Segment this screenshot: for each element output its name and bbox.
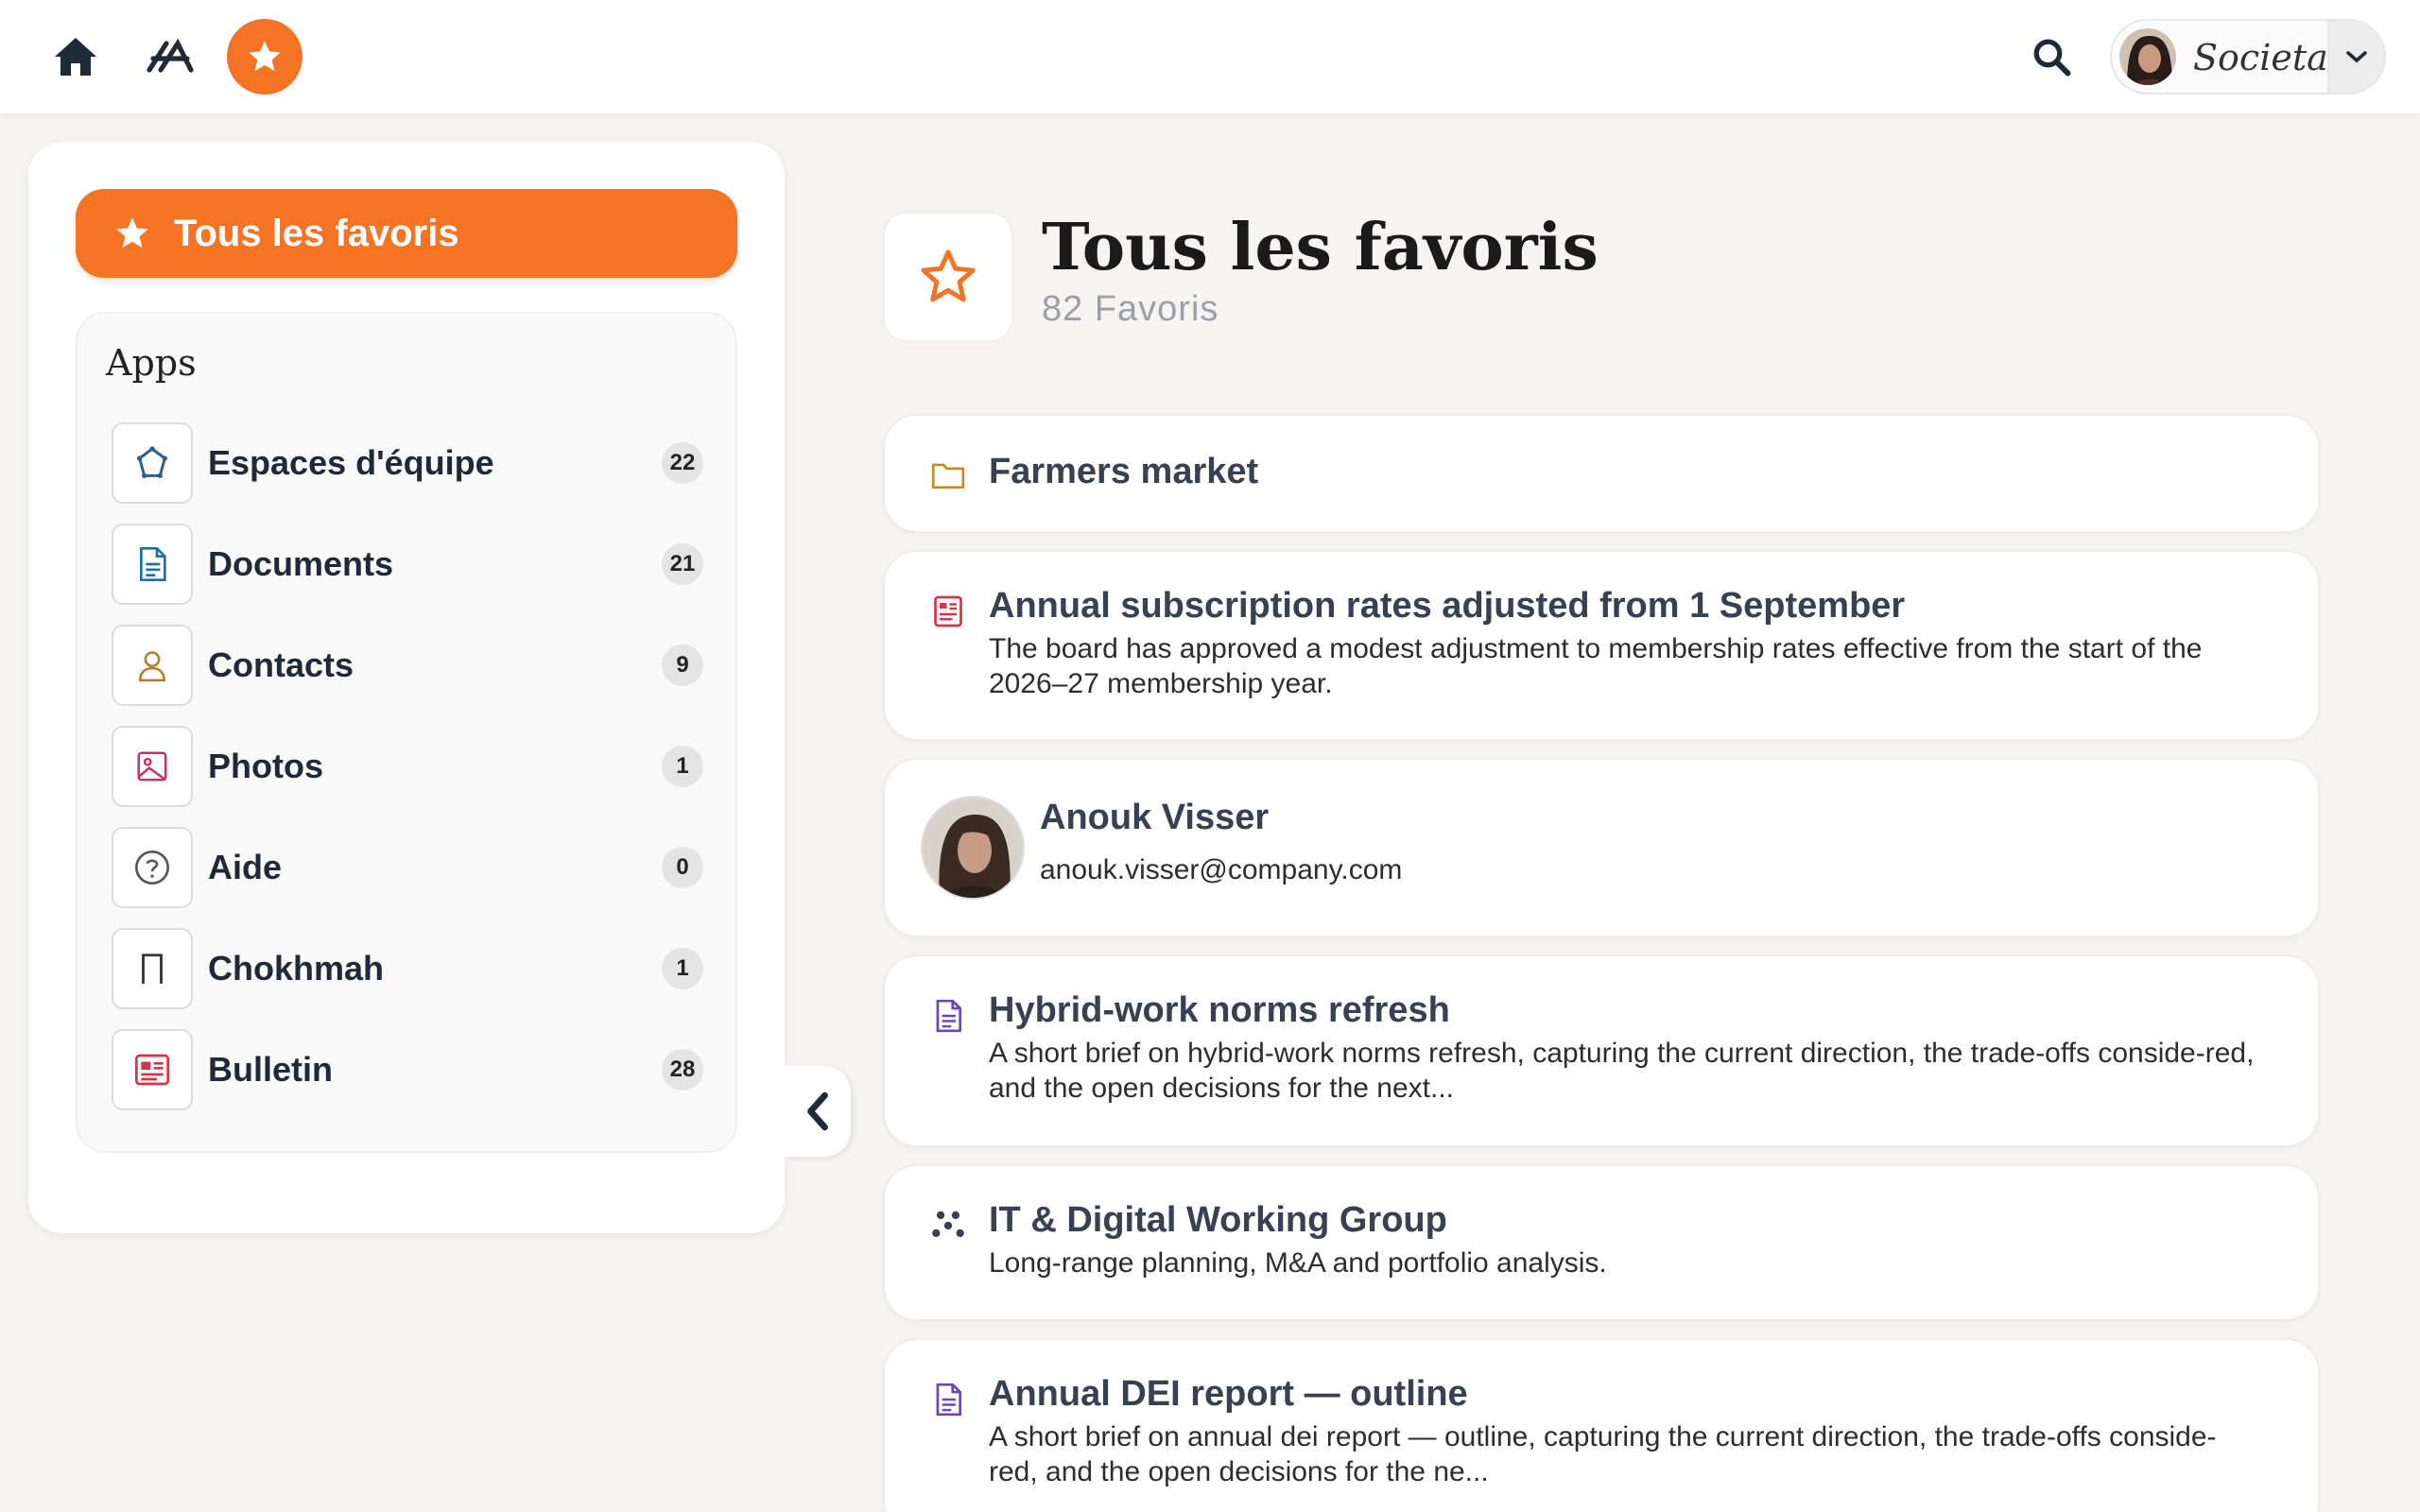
all-favorites-label: Tous les favoris — [174, 212, 459, 254]
collapse-sidebar-button[interactable] — [785, 1066, 851, 1157]
search-icon[interactable] — [2014, 19, 2089, 94]
sidebar-item-label: Chokhmah — [208, 949, 385, 988]
sidebar-item-contacts[interactable]: Contacts 9 — [112, 625, 717, 706]
star-outline-icon — [921, 249, 976, 302]
favorite-description: A short brief on hybrid-work norms refre… — [989, 1038, 2255, 1104]
favorite-description: Long-range planning, M&A and portfolio a… — [989, 1247, 1607, 1279]
sidebar-item-label: Photos — [208, 747, 323, 785]
sidebar-item-help[interactable]: Aide 0 — [112, 827, 717, 908]
sidebar-item-label: Espaces d'équipe — [208, 443, 494, 482]
count-badge: 0 — [662, 847, 703, 888]
top-bar: Societas — [0, 0, 2420, 113]
help-icon — [112, 827, 193, 908]
favorites-star-icon[interactable] — [227, 19, 302, 94]
favorite-title: Annual subscription rates adjusted from … — [989, 586, 1906, 626]
favorite-item-document[interactable]: Annual DEI report — outline A short brie… — [883, 1338, 2320, 1512]
favorite-item-bulletin[interactable]: Annual subscription rates adjusted from … — [883, 550, 2320, 741]
folder-icon — [925, 452, 972, 499]
sidebar-item-chokhmah[interactable]: Chokhmah 1 — [112, 928, 717, 1009]
page-title: Tous les favoris — [1042, 210, 1599, 285]
favorite-item-folder[interactable]: Farmers market — [883, 414, 2320, 533]
sidebar: Tous les favoris Apps Espaces d'équipe 2… — [28, 142, 785, 1233]
count-badge: 9 — [662, 644, 703, 686]
home-icon[interactable] — [38, 19, 113, 94]
document-icon — [112, 524, 193, 605]
bookmark-icon — [112, 928, 193, 1009]
all-favorites-button[interactable]: Tous les favoris — [76, 189, 737, 278]
contact-email: anouk.visser@company.com — [1040, 854, 1403, 885]
page-icon — [883, 212, 1013, 342]
sidebar-item-team-spaces[interactable]: Espaces d'équipe 22 — [112, 422, 717, 504]
contact-avatar — [921, 796, 1025, 900]
apps-icon[interactable] — [132, 19, 208, 94]
count-badge: 28 — [662, 1049, 703, 1091]
contact-icon — [112, 625, 193, 706]
document-icon — [925, 1376, 972, 1423]
favorite-title: IT & Digital Working Group — [989, 1200, 1447, 1240]
count-badge: 22 — [662, 442, 703, 484]
sidebar-item-photos[interactable]: Photos 1 — [112, 726, 717, 807]
chevron-left-icon — [807, 1091, 828, 1131]
sidebar-item-bulletin[interactable]: Bulletin 28 — [112, 1029, 717, 1110]
bulletin-icon — [112, 1029, 193, 1110]
sidebar-item-label: Documents — [208, 544, 394, 583]
favorites-count: 82 Favoris — [1042, 289, 1219, 329]
favorite-title: Farmers market — [989, 452, 1259, 491]
count-badge: 1 — [662, 948, 703, 989]
favorite-item-contact[interactable]: Anouk Visser anouk.visser@company.com — [883, 758, 2320, 937]
favorite-title: Annual DEI report — outline — [989, 1374, 1468, 1414]
count-badge: 1 — [662, 746, 703, 787]
sidebar-item-documents[interactable]: Documents 21 — [112, 524, 717, 605]
favorite-description: The board has approved a modest adjustme… — [989, 633, 2203, 699]
sidebar-item-label: Contacts — [208, 645, 354, 684]
favorite-description: A short brief on annual dei report — out… — [989, 1421, 2217, 1487]
sidebar-item-label: Bulletin — [208, 1050, 333, 1089]
star-icon — [116, 217, 148, 248]
team-spaces-icon — [112, 422, 193, 504]
apps-title: Apps — [106, 342, 197, 384]
favorite-item-document[interactable]: Hybrid-work norms refresh A short brief … — [883, 954, 2320, 1147]
contact-name: Anouk Visser — [1040, 798, 1270, 837]
favorite-title: Hybrid-work norms refresh — [989, 990, 1450, 1030]
count-badge: 21 — [662, 543, 703, 585]
document-icon — [925, 992, 972, 1040]
favorite-item-group[interactable]: IT & Digital Working Group Long-range pl… — [883, 1164, 2320, 1321]
user-menu[interactable]: Societas — [2110, 19, 2386, 94]
group-icon — [925, 1202, 972, 1249]
sidebar-item-label: Aide — [208, 848, 283, 886]
photo-icon — [112, 726, 193, 807]
brand-logo: Societas — [2193, 37, 2347, 78]
apps-panel: Apps Espaces d'équipe 22 Documents 21 Co… — [76, 312, 737, 1153]
user-avatar — [2118, 26, 2178, 87]
bulletin-icon — [925, 588, 972, 635]
chevron-down-icon[interactable] — [2327, 21, 2384, 93]
